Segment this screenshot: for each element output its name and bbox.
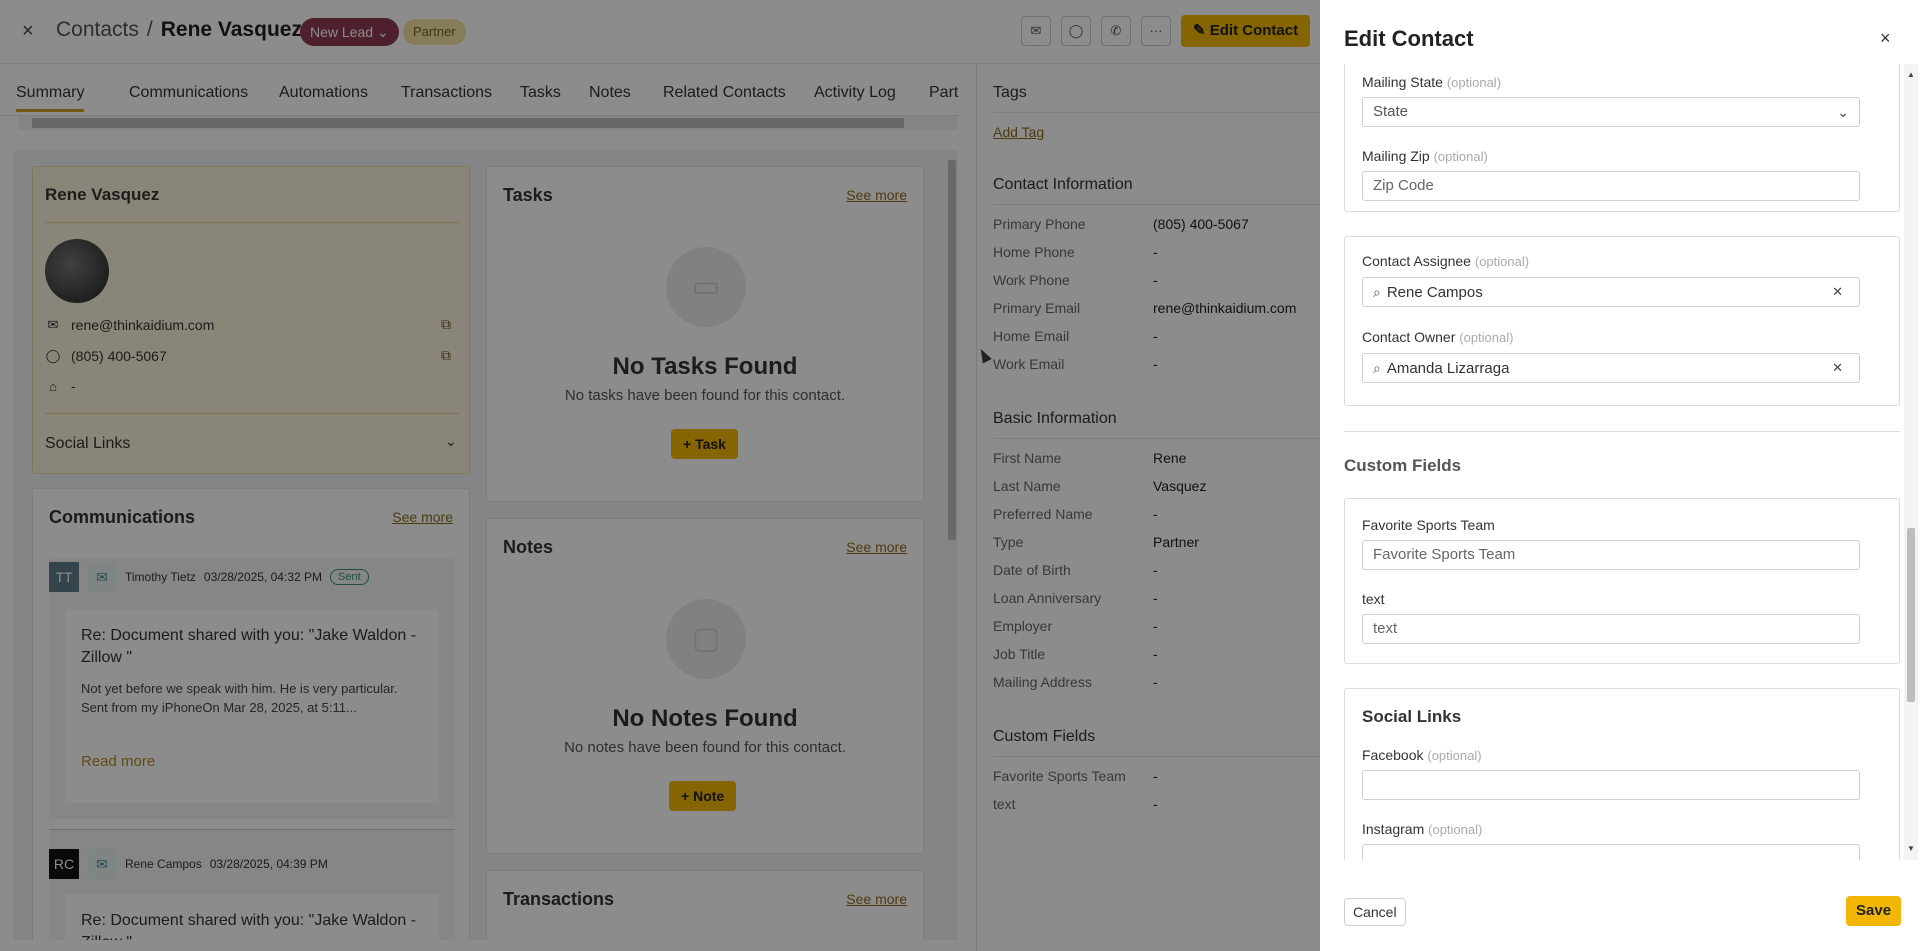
label-text: Instagram	[1362, 821, 1425, 837]
drawer-title: Edit Contact	[1344, 26, 1474, 51]
facebook-label: Facebook (optional)	[1362, 747, 1482, 763]
search-icon: ⌕	[1373, 284, 1381, 300]
mailing-state-select[interactable]: State ⌄	[1362, 97, 1860, 127]
clear-icon[interactable]: ✕	[1832, 354, 1843, 382]
optional-hint: (optional)	[1427, 748, 1482, 763]
favorite-team-label: Favorite Sports Team	[1362, 517, 1495, 533]
save-button[interactable]: Save	[1846, 896, 1902, 926]
favorite-team-input[interactable]: Favorite Sports Team	[1362, 540, 1860, 570]
selected-value: Amanda Lizarraga	[1386, 360, 1510, 377]
optional-hint: (optional)	[1428, 822, 1483, 837]
cancel-button[interactable]: Cancel	[1344, 898, 1406, 926]
optional-hint: (optional)	[1433, 149, 1488, 164]
drawer-form: Mailing State (optional) State ⌄ Mailing …	[1320, 64, 1920, 860]
mailing-state-label: Mailing State (optional)	[1362, 74, 1501, 90]
label-text: Contact Assignee	[1362, 253, 1471, 269]
text-field-input[interactable]: text	[1362, 614, 1860, 644]
clear-icon[interactable]: ✕	[1832, 278, 1843, 306]
contact-owner-label: Contact Owner (optional)	[1362, 329, 1513, 345]
contact-assignee-label: Contact Assignee (optional)	[1362, 253, 1529, 269]
divider	[1344, 431, 1900, 432]
mailing-zip-input[interactable]: Zip Code	[1362, 171, 1860, 201]
assignment-section: Contact Assignee (optional) ⌕ Rene Campos…	[1344, 236, 1900, 406]
facebook-input[interactable]	[1362, 770, 1860, 800]
mailing-zip-label: Mailing Zip (optional)	[1362, 148, 1488, 164]
contact-assignee-select[interactable]: ⌕ Rene Campos ✕	[1362, 277, 1860, 307]
address-section: Mailing State (optional) State ⌄ Mailing …	[1344, 64, 1900, 212]
social-links-title: Social Links	[1362, 707, 1462, 726]
search-icon: ⌕	[1373, 360, 1381, 376]
drawer-scrollbar[interactable]: ▲ ▼	[1904, 64, 1918, 860]
scroll-down-icon[interactable]: ▼	[1907, 844, 1915, 853]
text-field-label: text	[1362, 591, 1385, 607]
custom-fields-title: Custom Fields	[1344, 456, 1462, 475]
modal-overlay[interactable]	[0, 0, 1320, 951]
label-text: Mailing State	[1362, 74, 1443, 90]
chevron-down-icon: ⌄	[1837, 104, 1849, 120]
optional-hint: (optional)	[1474, 254, 1530, 269]
optional-hint: (optional)	[1459, 330, 1514, 345]
drawer-footer: Cancel Save	[1320, 860, 1920, 951]
label-text: Mailing Zip	[1362, 148, 1430, 164]
instagram-input[interactable]	[1362, 844, 1860, 860]
label-text: Contact Owner	[1362, 329, 1456, 345]
optional-hint: (optional)	[1446, 75, 1502, 90]
label-text: Facebook	[1362, 747, 1424, 763]
edit-contact-drawer: Edit Contact × Mailing State (optional) …	[1320, 0, 1920, 951]
contact-owner-select[interactable]: ⌕ Amanda Lizarraga ✕	[1362, 353, 1860, 383]
scroll-up-icon[interactable]: ▲	[1907, 70, 1915, 79]
selected-value: Rene Campos	[1386, 284, 1483, 301]
scrollbar-thumb[interactable]	[1907, 528, 1915, 702]
close-icon[interactable]: ×	[1880, 28, 1891, 49]
social-links-section: Social Links Facebook (optional) Instagr…	[1344, 688, 1900, 860]
instagram-label: Instagram (optional)	[1362, 821, 1482, 837]
custom-fields-section: Favorite Sports Team Favorite Sports Tea…	[1344, 498, 1900, 664]
selected-value: State	[1373, 103, 1409, 120]
